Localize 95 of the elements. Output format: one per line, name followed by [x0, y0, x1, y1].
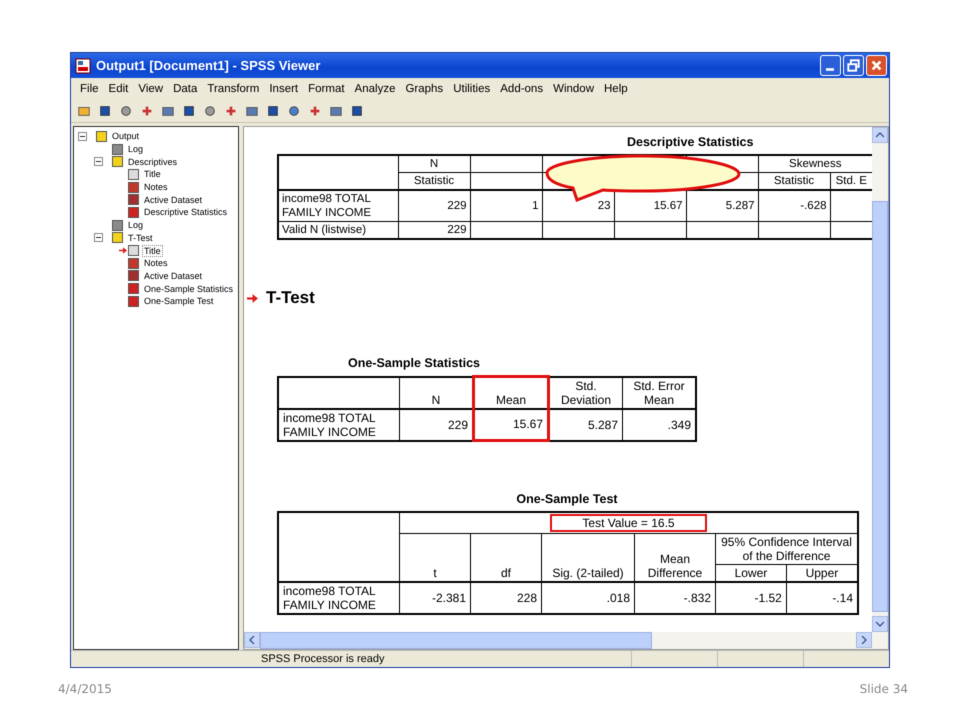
menu-item[interactable]: Insert [264, 83, 304, 95]
scroll-left-button[interactable] [244, 632, 260, 648]
column-header: N [398, 155, 470, 172]
table-cell: 228 [516, 591, 537, 605]
chevron-left-icon [248, 636, 256, 644]
column-header: Std. Error Mean [633, 378, 685, 406]
chevron-right-icon [860, 636, 868, 644]
column-header: t [433, 566, 437, 580]
restore-icon [847, 59, 860, 72]
collapse-toggle[interactable] [94, 157, 103, 166]
menu-item[interactable]: Graphs [400, 83, 448, 95]
collapse-toggle[interactable] [94, 233, 103, 242]
menu-item[interactable]: Help [599, 83, 633, 95]
table-cell: .349 [668, 418, 691, 432]
minimize-button[interactable] [820, 55, 841, 76]
scroll-right-button[interactable] [856, 632, 872, 648]
row-label: income98 TOTAL FAMILY INCOME [282, 193, 372, 219]
slide-date: 4/4/2015 [58, 682, 112, 696]
column-header: Statistic [398, 172, 470, 190]
table-cell: 5.287 [588, 418, 618, 432]
close-button[interactable] [866, 55, 887, 76]
menu-item[interactable]: Analyze [350, 83, 400, 95]
tree-item[interactable]: One-Sample Statistics [143, 284, 234, 294]
row-label: income98 TOTAL FAMILY INCOME [283, 584, 376, 612]
column-header: N [432, 392, 440, 406]
table-cell: 23 [598, 200, 610, 212]
row-label: Valid N (listwise) [282, 224, 366, 236]
menu-item[interactable]: File [75, 83, 104, 95]
column-header: Mean Difference [648, 552, 702, 580]
tree-item[interactable]: Title [143, 169, 162, 180]
column-header: 95% Confidence Interval of the Difference [721, 535, 852, 563]
tree-item[interactable]: Active Dataset [143, 194, 204, 205]
column-header: Statistic [758, 172, 830, 190]
column-header: Std. Deviation [560, 378, 612, 406]
minimize-icon [826, 68, 834, 71]
menu-item[interactable]: Format [303, 83, 350, 95]
test-value-header: Test Value = 16.5 [550, 514, 707, 532]
column-header: Upper [806, 566, 838, 580]
table-title: Descriptive Statistics [626, 135, 754, 149]
tree-item[interactable]: Log [127, 220, 144, 230]
chevron-up-icon [876, 131, 884, 139]
table-cell: 229 [447, 224, 466, 236]
table-cell: -2.381 [432, 591, 466, 605]
table-title: One-Sample Test [515, 492, 619, 506]
column-header: Lower [734, 566, 768, 580]
table-cell: 15.67 [512, 417, 543, 432]
column-header: df [500, 566, 511, 580]
table-cell: .018 [606, 591, 630, 605]
menu-item[interactable]: Transform [202, 83, 264, 95]
tree-item[interactable]: Output [111, 131, 140, 142]
tree-item[interactable]: Notes [143, 182, 169, 192]
tree-item[interactable]: Notes [143, 258, 169, 268]
tree-item[interactable]: One-Sample Test [143, 296, 214, 306]
menu-item[interactable]: Window [548, 83, 599, 95]
table-cell: 1 [532, 200, 538, 212]
tree-item[interactable]: Descriptives [127, 156, 178, 167]
window-title: Output1 [Document1] - SPSS Viewer [96, 58, 322, 73]
close-icon [870, 59, 883, 72]
scroll-thumb[interactable] [260, 632, 652, 649]
menu-item[interactable]: Edit [104, 83, 134, 95]
column-header: Mean [496, 392, 526, 406]
tree-item[interactable]: T-Test [127, 232, 154, 243]
row-label: income98 TOTAL FAMILY INCOME [283, 410, 376, 438]
menu-item[interactable]: View [133, 83, 168, 95]
restore-button[interactable] [843, 55, 864, 76]
table-title: One-Sample Statistics [347, 356, 481, 370]
table-cell: -1.52 [754, 591, 782, 605]
table-cell: -.628 [800, 200, 826, 212]
section-heading: T-Test [266, 288, 315, 308]
column-header: Sig. (2-tailed) [552, 566, 624, 580]
table-cell: -.14 [832, 591, 853, 605]
tree-item[interactable]: Title [143, 246, 162, 256]
folder-icon[interactable] [77, 104, 91, 118]
arrow-icon [247, 294, 258, 302]
menu-item[interactable]: Data [168, 83, 202, 95]
table-cell: -.832 [684, 591, 711, 605]
scroll-down-button[interactable] [872, 616, 888, 632]
slide-number: Slide 34 [860, 682, 908, 696]
tree-item[interactable]: Descriptive Statistics [143, 207, 228, 218]
table-cell: 229 [448, 418, 468, 432]
tree-item[interactable]: Active Dataset [143, 270, 204, 281]
collapse-toggle[interactable] [78, 132, 87, 141]
scroll-thumb[interactable] [872, 201, 888, 612]
status-text: SPSS Processor is ready [261, 653, 386, 665]
tree-item[interactable]: Log [127, 144, 144, 154]
scroll-up-button[interactable] [872, 127, 888, 143]
table-cell: 229 [447, 200, 466, 212]
table-cell: 5.287 [726, 200, 754, 212]
vertical-scrollbar[interactable] [872, 127, 888, 632]
table-cell: 15.67 [654, 200, 682, 212]
app-icon [75, 58, 91, 74]
horizontal-scrollbar[interactable] [244, 632, 888, 649]
menu-item[interactable]: Add-ons [495, 83, 548, 95]
chevron-down-icon [876, 620, 884, 628]
menu-item[interactable]: Utilities [448, 83, 496, 95]
